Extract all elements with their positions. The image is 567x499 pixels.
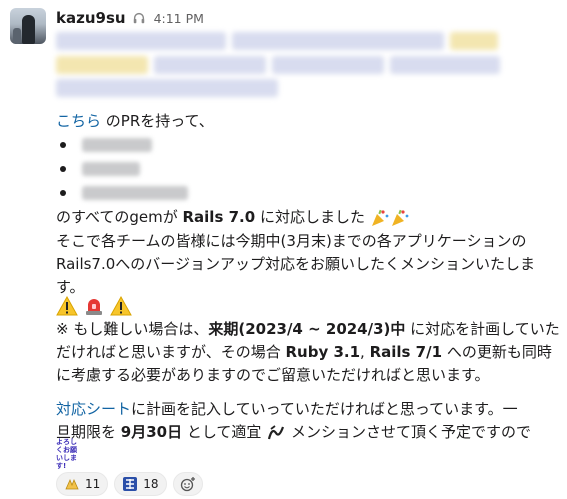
next-term-period: 来期(2023/4 ~ 2024/3)中 xyxy=(208,320,406,338)
redacted-line xyxy=(56,56,506,76)
redacted-text xyxy=(56,79,278,97)
note-line: ※ もし難しい場合は、来期(2023/4 ~ 2024/3)中 に対応を計画して… xyxy=(56,318,560,340)
redacted-text xyxy=(154,56,266,74)
warning-icon xyxy=(109,295,132,315)
kanji-reaction-icon xyxy=(123,477,138,491)
redacted-line xyxy=(56,79,284,99)
ruby-version: Ruby 3.1 xyxy=(285,343,361,361)
rails-version: Rails 7.0 xyxy=(182,208,256,226)
note-text: ※ もし難しい場合は、 xyxy=(56,320,209,338)
deadline-text: メンションさせて頂く予定ですので xyxy=(286,423,531,441)
slack-message: kazu9su 4:11 PM こちら のPRを持って、 のすべてのgemが R… xyxy=(0,0,567,499)
redacted-text xyxy=(82,162,140,176)
rotating-light-icon xyxy=(85,298,102,315)
note-line: に考慮する必要がありますのでご留意いただければと思います。 xyxy=(56,366,490,384)
deadline-line: 旦期限を 9月30日 として適宜 メンションさせて頂く予定ですので xyxy=(56,421,531,443)
redacted-text xyxy=(56,56,148,74)
request-line: Rails7.0へのバージョンアップ対応をお願いしたくメンションいたしま xyxy=(56,255,535,273)
redacted-text xyxy=(56,32,226,50)
reaction-hands[interactable]: 11 xyxy=(56,472,109,496)
rails-line-text: に対応しました xyxy=(255,208,370,226)
warning-icon xyxy=(56,295,78,315)
note-text: , xyxy=(360,343,370,361)
list-item xyxy=(60,158,140,180)
rails-line: のすべてのgemが Rails 7.0 に対応しました xyxy=(56,206,410,228)
note-text: だければと思いますが、その場合 xyxy=(56,343,286,361)
bullet-icon xyxy=(60,142,66,148)
pr-link[interactable]: こちら xyxy=(56,112,101,130)
hands-reaction-icon xyxy=(65,478,79,490)
sheet-link[interactable]: 対応シート xyxy=(56,400,131,418)
rails-line-text: のすべてのgemが xyxy=(56,208,183,226)
add-reaction-button[interactable] xyxy=(172,472,203,496)
sheet-line: 対応シートに計画を記入していっていただければと思っています。一 xyxy=(56,398,518,420)
list-item xyxy=(60,134,152,156)
pr-line: こちら のPRを持って、 xyxy=(56,110,214,132)
add-emoji-icon xyxy=(180,477,195,492)
message-header: kazu9su 4:11 PM xyxy=(56,8,204,28)
reaction-kanji[interactable]: 18 xyxy=(114,472,167,496)
reaction-count: 11 xyxy=(85,477,101,491)
sheet-line-text: に計画を記入していっていただければと思っています。一 xyxy=(131,400,518,418)
yoroshiku-emoji-icon: よろしくお願いします! xyxy=(56,438,77,470)
avatar-figure xyxy=(22,15,35,44)
redacted-text xyxy=(450,32,498,50)
redacted-text xyxy=(390,56,500,74)
pr-line-text: のPRを持って、 xyxy=(101,112,214,130)
note-line: だければと思いますが、その場合 Ruby 3.1, Rails 7/1 への更新… xyxy=(56,341,552,363)
bullet-icon xyxy=(60,166,66,172)
list-item xyxy=(60,182,188,204)
username[interactable]: kazu9su xyxy=(56,9,126,27)
party-popper-icon xyxy=(391,209,409,226)
emoji-row xyxy=(56,294,132,318)
bullet-icon xyxy=(60,190,66,196)
headphone-icon xyxy=(133,12,144,24)
redacted-text xyxy=(272,56,384,74)
avatar-figure-secondary xyxy=(13,28,21,44)
custom-mention-emoji-icon xyxy=(268,424,285,439)
redacted-text xyxy=(82,186,188,200)
note-text: に対応を計画していた xyxy=(405,320,560,338)
note-text: への更新も同時 xyxy=(442,343,552,361)
redacted-text xyxy=(232,32,444,50)
redacted-line xyxy=(56,32,504,52)
redacted-text xyxy=(82,138,152,152)
party-popper-icon xyxy=(371,209,389,226)
deadline-text: として適宜 xyxy=(182,423,267,441)
deadline-date: 9月30日 xyxy=(120,423,183,441)
reaction-count: 18 xyxy=(143,477,159,491)
request-line: そこで各チームの皆様には今期中(3月末)までの各アプリケーションの xyxy=(56,232,527,250)
rails-next-version: Rails 7/1 xyxy=(369,343,443,361)
avatar[interactable] xyxy=(10,8,46,44)
reaction-bar: 11 18 xyxy=(56,472,203,496)
timestamp[interactable]: 4:11 PM xyxy=(154,11,204,26)
